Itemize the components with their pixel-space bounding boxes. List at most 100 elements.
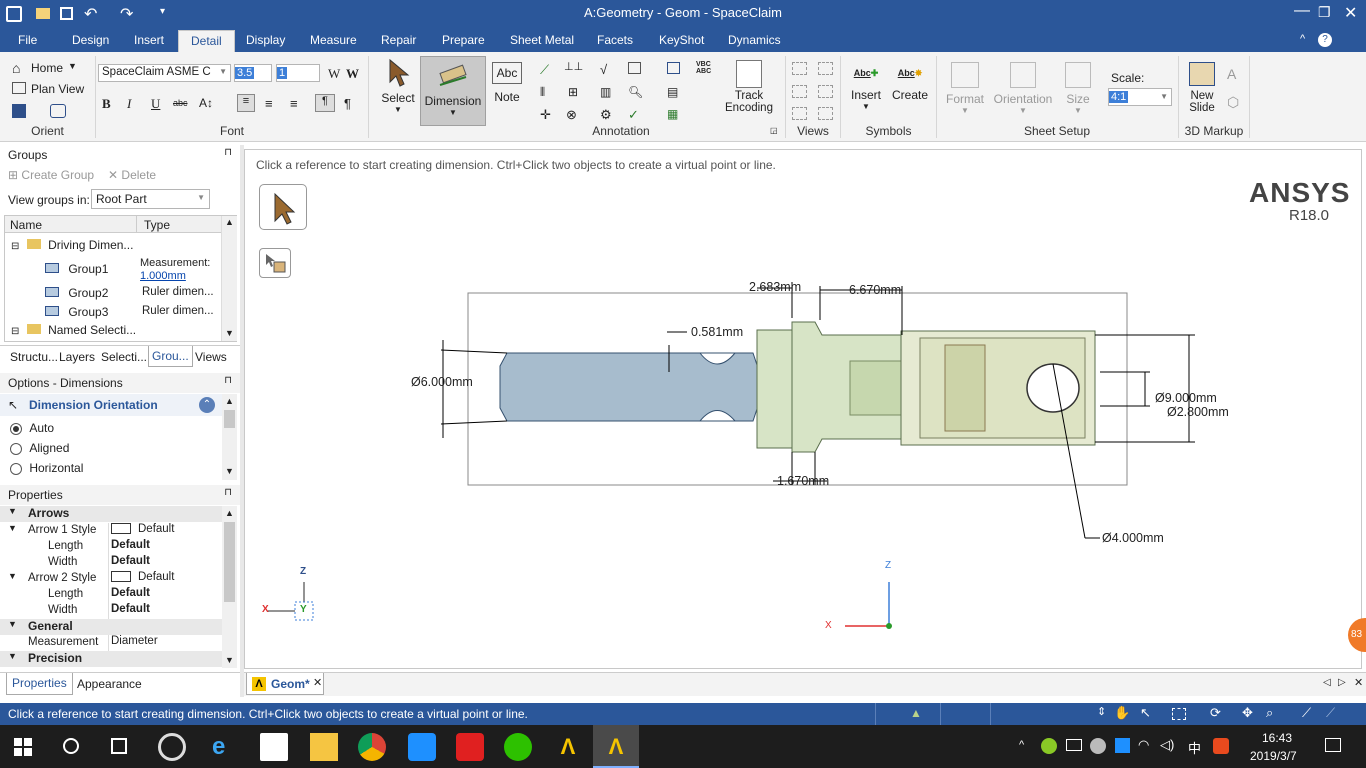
ltr-icon[interactable]: ¶ [315,94,335,112]
markup-text-icon[interactable]: A [1227,66,1236,82]
list-icon[interactable]: ▦ [667,107,678,121]
radio-horizontal[interactable]: Horizontal [10,461,83,475]
properties-scrollbar[interactable]: ▲ ▼ [222,506,237,668]
strikethrough-icon[interactable]: abc [173,98,188,108]
pan-icon[interactable]: ✥ [1242,705,1253,721]
radio-aligned[interactable]: Aligned [10,441,69,455]
table-icon[interactable] [628,62,641,74]
tab-scroll-left-icon[interactable]: ◁ [1323,677,1331,688]
prop-row[interactable]: Width Default [0,603,222,619]
dim-2683mm[interactable]: 2.683mm [749,280,801,294]
font-family-select[interactable]: SpaceClaim ASME C ▼ [98,64,231,82]
tab-detail[interactable]: Detail [178,30,235,52]
prop-value[interactable]: Default [108,539,220,555]
tab-design[interactable]: Design [64,30,117,52]
close-tab-icon[interactable]: ✕ [313,676,322,689]
prop-value[interactable]: Default [108,571,220,587]
ansys-workbench-icon[interactable]: Λ [554,733,582,761]
zoom-detail-icon[interactable]: 🔍︎ [628,85,643,99]
scroll-up-icon[interactable]: ▲ [225,217,234,227]
prop-value[interactable]: Default [108,587,220,603]
grid-icon[interactable] [667,62,680,74]
tab-appearance[interactable]: Appearance [77,677,142,691]
create-group-button[interactable]: ⊞ Create Group [8,168,94,182]
app-red-icon[interactable] [456,733,484,761]
scroll-down-icon[interactable]: ▼ [225,328,234,338]
markup-shape-icon[interactable]: ⬡ [1227,94,1239,111]
tab-layers[interactable]: Layers [59,350,95,364]
insert-symbol-button[interactable]: Abc✚ Insert ▼ [846,58,886,111]
symbol-icon[interactable]: ⊗ [566,107,577,123]
broken-view-icon[interactable] [792,107,807,120]
create-symbol-button[interactable]: Abc✸ Create [890,58,930,102]
tab-insert[interactable]: Insert [126,30,172,52]
measurement-link[interactable]: 1.000mm [140,270,210,283]
bom-icon[interactable]: ▤ [667,85,678,99]
col-name[interactable]: Name [10,218,42,232]
wechat-icon[interactable] [504,733,532,761]
tab-scroll-right-icon[interactable]: ▷ [1338,677,1346,688]
prop-row[interactable]: Length Default [0,539,222,555]
collapse-ribbon-icon[interactable]: ^ [1300,33,1305,45]
cross-hole[interactable] [1026,363,1080,413]
tree-scrollbar[interactable]: ▲ ▼ [221,216,237,341]
rtl-icon[interactable]: ¶ [344,96,351,111]
volume-icon[interactable]: ◁) [1160,737,1174,753]
note-button[interactable]: Abc Note [490,62,524,104]
explorer-icon[interactable] [310,733,338,761]
close-all-icon[interactable]: ✕ [1354,676,1363,689]
options-scrollbar[interactable]: ▲ ▼ [222,394,237,480]
tab-dynamics[interactable]: Dynamics [720,30,789,52]
prop-row[interactable]: Length Default [0,587,222,603]
home-dropdown-icon[interactable]: ▼ [68,61,77,71]
dim-1670mm[interactable]: 1.670mm [777,474,829,488]
close-button[interactable]: ✕ [1344,3,1357,23]
width-wide-icon[interactable]: W [346,66,359,82]
spin-icon[interactable]: ⟳ [1210,705,1221,721]
snap-view-icon[interactable] [50,104,66,118]
dimension-orientation-section[interactable]: ↖ Dimension Orientation ⌃ [0,394,222,416]
spaceclaim-taskbar-icon[interactable]: Λ [602,733,630,761]
dimension-button[interactable]: Dimension ▼ [420,56,486,126]
tab-facets[interactable]: Facets [589,30,641,52]
prop-value[interactable]: Diameter [108,635,220,651]
tab-keyshot[interactable]: KeyShot [651,30,712,52]
font-size-select[interactable]: 3.5 [234,64,272,82]
prop-value[interactable]: Default [108,603,220,619]
task-view-icon[interactable] [111,738,127,754]
new-slide-button[interactable]: New Slide [1182,62,1222,114]
dim-6mm[interactable]: Ø6.000mm [411,375,473,389]
search-icon[interactable] [63,738,79,754]
pin-icon[interactable]: ⊓ [224,375,232,386]
prop-row[interactable]: Width Default [0,555,222,571]
width-narrow-icon[interactable]: W [328,66,340,82]
zoom-icon[interactable]: ⌕ [1266,705,1273,721]
scroll-down-icon[interactable]: ▼ [225,466,234,476]
select-button[interactable]: Select ▼ [375,58,421,114]
tab-groups[interactable]: Grou... [148,346,193,367]
start-windows-icon[interactable] [14,738,32,756]
ime-indicator[interactable]: 中 [1188,738,1201,757]
cube-view-icon[interactable] [12,104,26,118]
line-tool-icon[interactable]: ⟋ [1326,705,1335,721]
tray-wechat-icon[interactable] [1090,738,1106,754]
orientation-button[interactable]: Orientation ▼ [992,62,1054,115]
scroll-thumb[interactable] [224,522,235,602]
dim-0581mm[interactable]: 0.581mm [691,325,743,339]
dialog-launcher-icon[interactable]: ◲ [770,126,778,135]
scale-select[interactable]: 4:1 ▼ [1108,88,1172,106]
delete-group-button[interactable]: ✕ Delete [108,168,156,182]
tray-keyboard-icon[interactable] [1066,739,1082,751]
tab-prepare[interactable]: Prepare [434,30,493,52]
detail-view-icon[interactable] [818,85,833,98]
tab-views[interactable]: Views [195,350,227,364]
tab-structure[interactable]: Structu... [10,350,58,364]
doc-tab-geom[interactable]: Λ Geom* ✕ [246,673,324,695]
prop-row[interactable]: ▼ Arrow 2 Style Default [0,571,222,587]
canvas-triad-right[interactable] [845,582,892,629]
minimize-button[interactable]: — [1294,2,1310,20]
surface-finish-icon[interactable]: √ [600,62,607,77]
tab-selection[interactable]: Selecti... [101,350,147,364]
tree-row[interactable]: ⊟ Named Selecti... [11,323,136,337]
scroll-thumb[interactable] [224,410,235,428]
